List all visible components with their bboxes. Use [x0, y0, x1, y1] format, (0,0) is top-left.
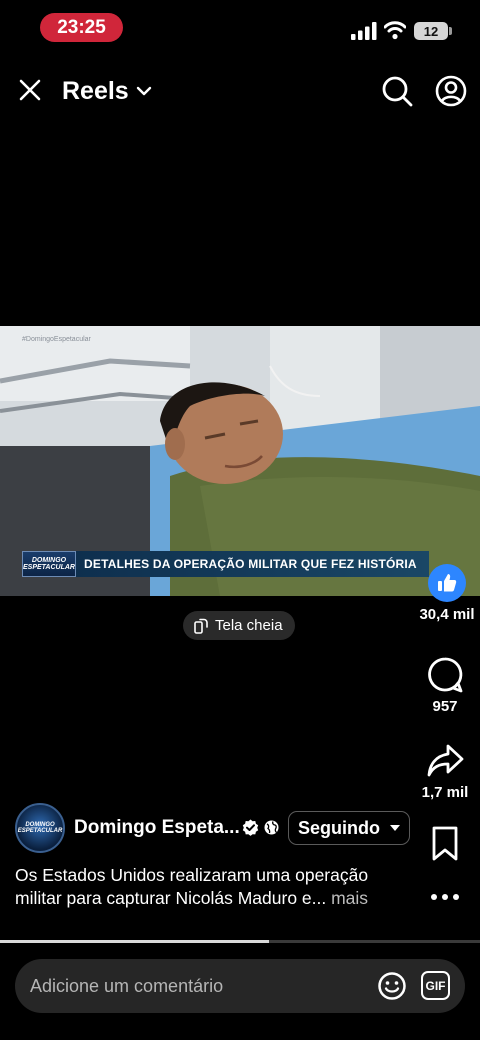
comment-icon — [428, 657, 463, 693]
avatar-logo-text: DOMINGO ESPETACULAR — [17, 822, 63, 834]
video-watermark: #DomingoEspetacular — [22, 336, 91, 343]
comment-button[interactable]: 957 — [410, 656, 480, 715]
emoji-icon[interactable] — [377, 971, 407, 1001]
caret-down-icon — [390, 825, 400, 831]
caption-more-link[interactable]: mais — [331, 888, 368, 908]
thumbs-up-icon — [438, 574, 457, 592]
lower-third-logo: DOMINGO ESPETACULAR — [22, 551, 76, 577]
more-dot-icon — [453, 894, 459, 900]
share-count: 1,7 mil — [421, 784, 469, 801]
profile-icon[interactable] — [434, 74, 468, 108]
video-progress-bar[interactable] — [0, 940, 480, 943]
like-count: 30,4 mil — [419, 606, 475, 623]
fullscreen-label: Tela cheia — [215, 617, 283, 634]
page-avatar[interactable]: DOMINGO ESPETACULAR — [15, 803, 65, 853]
video-player[interactable]: #DomingoEspetacular DOMINGO ESPETACULAR … — [0, 326, 480, 596]
status-bar: 23:25 12 — [0, 0, 480, 56]
lower-third-logo-line1: DOMINGO — [31, 557, 67, 564]
caption-text: Os Estados Unidos realizaram uma operaçã… — [15, 865, 369, 908]
chevron-down-icon — [136, 86, 151, 96]
fullscreen-rotate-icon — [194, 618, 208, 634]
share-button[interactable]: 1,7 mil — [410, 742, 480, 801]
search-icon[interactable] — [380, 74, 414, 108]
comment-count: 957 — [432, 698, 458, 715]
following-label: Seguindo — [298, 817, 380, 838]
status-time: 23:25 — [40, 13, 123, 42]
page-title: Reels — [62, 76, 129, 105]
page-name[interactable]: Domingo Espeta... — [74, 817, 240, 839]
verified-badge-icon — [242, 819, 259, 836]
share-icon — [427, 744, 464, 777]
post-caption[interactable]: Os Estados Unidos realizaram uma operaçã… — [15, 864, 415, 910]
video-lower-third: DOMINGO ESPETACULAR DETALHES DA OPERAÇÃO… — [22, 551, 429, 577]
battery-cap — [449, 27, 452, 35]
fullscreen-button[interactable]: Tela cheia — [183, 611, 295, 640]
more-options-button[interactable] — [428, 887, 462, 907]
comment-input[interactable] — [30, 959, 360, 1013]
lower-third-headline: DETALHES DA OPERAÇÃO MILITAR QUE FEZ HIS… — [76, 551, 429, 577]
like-icon — [428, 564, 466, 602]
battery-icon: 12 — [414, 22, 448, 40]
more-dot-icon — [431, 894, 437, 900]
wifi-icon — [384, 21, 406, 40]
like-button[interactable]: 30,4 mil — [412, 564, 480, 623]
gif-button[interactable]: GIF — [421, 971, 450, 1000]
bookmark-icon[interactable] — [428, 826, 462, 862]
globe-icon — [264, 820, 279, 835]
comment-bar: GIF — [15, 959, 465, 1013]
following-button[interactable]: Seguindo — [288, 811, 410, 845]
reels-menu[interactable]: Reels — [62, 74, 153, 108]
more-dot-icon — [442, 894, 448, 900]
video-progress-fill — [0, 940, 269, 943]
lower-third-logo-line2: ESPETACULAR — [23, 564, 75, 571]
close-icon — [19, 79, 41, 101]
close-button[interactable] — [14, 74, 46, 106]
cellular-signal-icon — [351, 22, 377, 40]
